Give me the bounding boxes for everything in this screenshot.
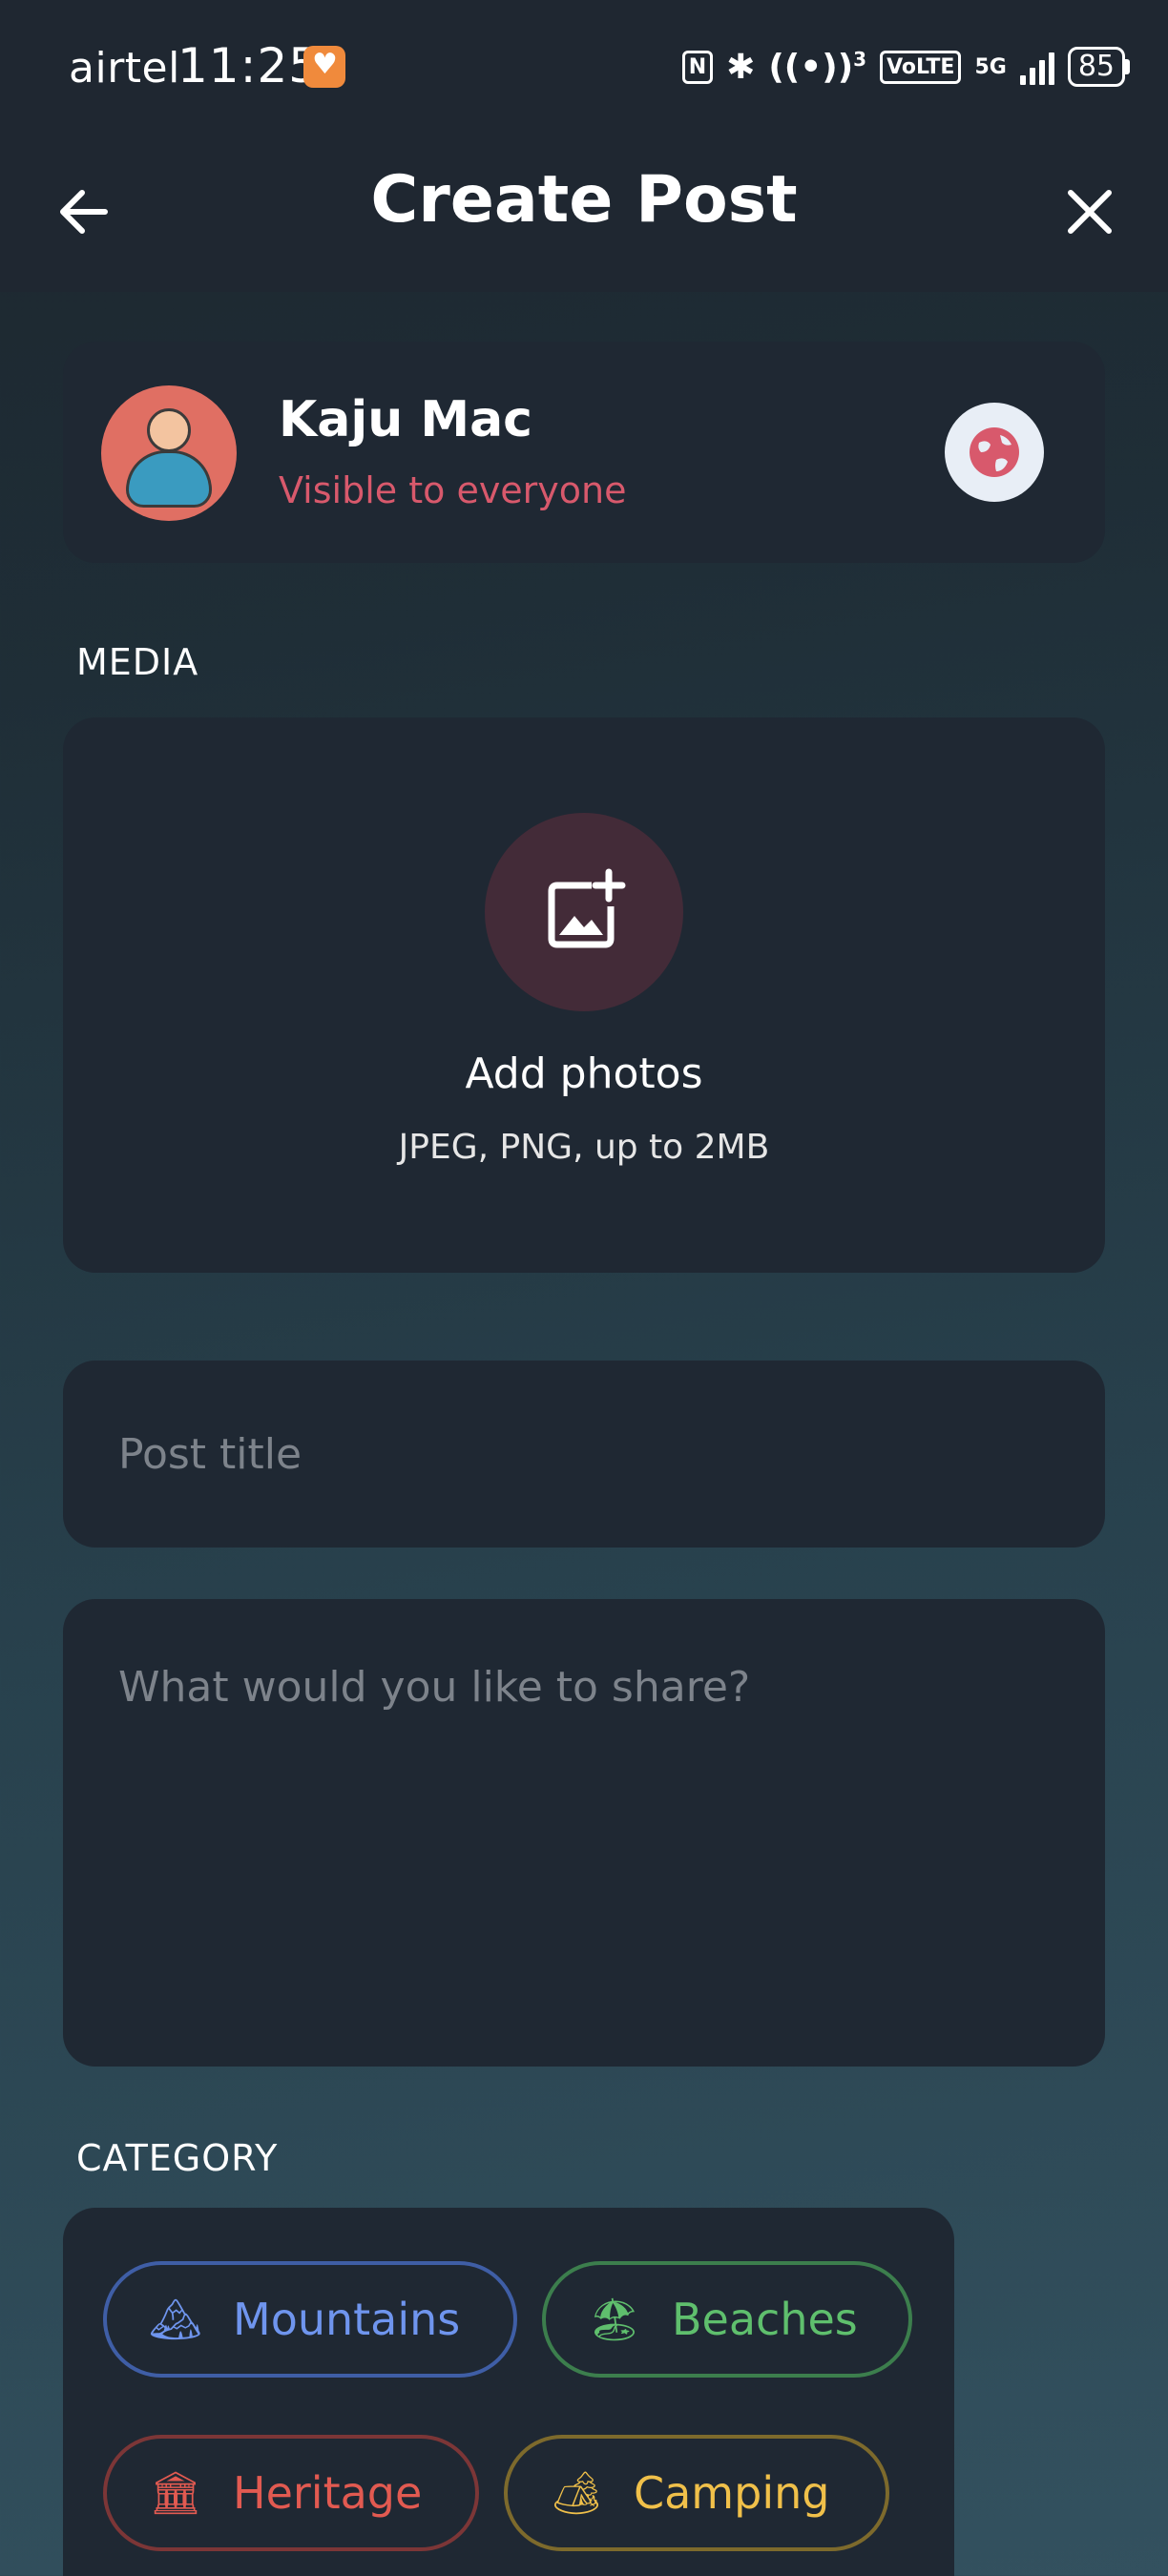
close-button[interactable] — [1052, 174, 1128, 250]
visibility-label: Visible to everyone — [279, 469, 627, 511]
status-bar: airtel 11:25 N ✱ ((•))3 VoLTE 5G 85 — [0, 0, 1168, 134]
category-chip-beaches[interactable]: 🏖 Beaches — [542, 2261, 912, 2378]
post-title-input[interactable] — [118, 1418, 1053, 1490]
add-photo-icon — [548, 868, 626, 948]
mountain-icon: 🏔 — [149, 2296, 202, 2344]
category-chip-heritage[interactable]: 🏛 Heritage — [103, 2435, 479, 2551]
post-body-field[interactable] — [63, 1599, 1105, 2067]
globe-icon — [970, 427, 1019, 477]
post-title-field[interactable] — [63, 1361, 1105, 1548]
chip-label: Beaches — [672, 2294, 858, 2345]
chip-label: Heritage — [233, 2467, 423, 2519]
app-header: Create Post — [0, 134, 1168, 292]
camping-tent-icon: 🏕 — [550, 2469, 603, 2518]
chip-label: Mountains — [233, 2294, 461, 2345]
category-chip-mountains[interactable]: 🏔 Mountains — [103, 2261, 517, 2378]
nfc-icon: N — [681, 50, 714, 84]
visibility-button[interactable] — [945, 403, 1044, 502]
add-photo-button[interactable] — [485, 813, 683, 1011]
author-name: Kaju Mac — [279, 391, 532, 448]
page-title: Create Post — [370, 162, 798, 238]
author-card: Kaju Mac Visible to everyone — [63, 342, 1105, 563]
bluetooth-icon: ✱ — [726, 47, 756, 87]
battery-icon: 85 — [1067, 47, 1130, 87]
category-section-label: CATEGORY — [76, 2137, 279, 2179]
5g-icon: 5G — [974, 54, 1007, 79]
hotspot-icon: ((•))3 — [768, 47, 867, 87]
close-icon — [1068, 190, 1112, 234]
status-icons: N ✱ ((•))3 VoLTE 5G 85 — [681, 42, 1130, 92]
volte-icon: VoLTE — [880, 50, 962, 84]
media-section-label: MEDIA — [76, 641, 199, 683]
clock: 11:25 — [177, 38, 321, 93]
classical-building-icon: 🏛 — [149, 2469, 202, 2518]
battery-level: 85 — [1067, 47, 1125, 87]
signal-icon — [1019, 49, 1054, 85]
avatar — [101, 385, 237, 521]
chip-label: Camping — [634, 2467, 830, 2519]
post-body-input[interactable] — [118, 1660, 1053, 2023]
add-photos-label: Add photos — [465, 1049, 703, 1098]
media-upload-area[interactable]: Add photos JPEG, PNG, up to 2MB — [63, 717, 1105, 1273]
app-notification-icon — [303, 46, 345, 88]
category-chip-camping[interactable]: 🏕 Camping — [504, 2435, 889, 2551]
file-format-hint: JPEG, PNG, up to 2MB — [398, 1128, 770, 1167]
category-picker: 🏔 Mountains 🏖 Beaches 🏛 Heritage 🏕 Campi… — [63, 2208, 954, 2576]
carrier-label: airtel — [69, 44, 180, 93]
beach-umbrella-icon: 🏖 — [588, 2296, 641, 2344]
